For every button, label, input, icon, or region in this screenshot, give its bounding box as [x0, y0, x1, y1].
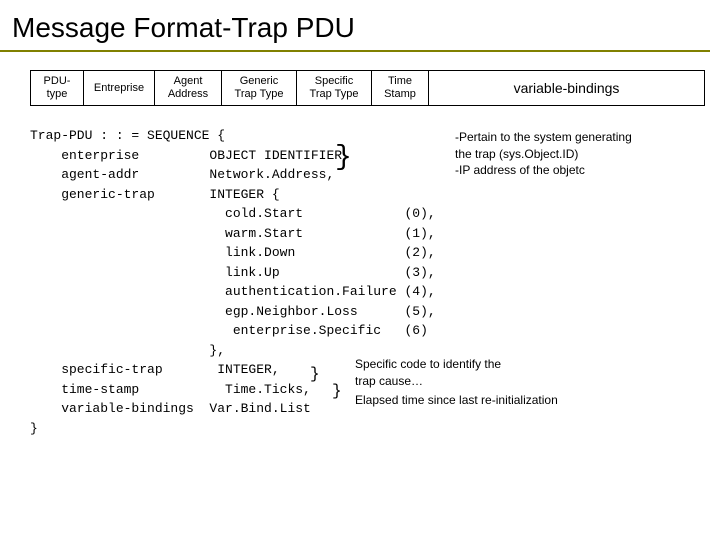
cell-text: type — [37, 88, 77, 101]
pdu-cell-time-stamp: Time Stamp — [372, 71, 429, 105]
cell-text: Trap Type — [303, 88, 365, 101]
cell-text: Stamp — [378, 88, 422, 101]
brace-icon: } — [310, 366, 320, 382]
pdu-cell-generic-trap: Generic Trap Type — [222, 71, 297, 105]
page-title: Message Format-Trap PDU — [0, 0, 710, 52]
cell-text: PDU- — [37, 75, 77, 88]
pdu-format-row: PDU- type Entreprise Agent Address Gener… — [30, 70, 705, 106]
cell-text: Time — [378, 75, 422, 88]
annotation-time-stamp: Elapsed time since last re-initializatio… — [355, 392, 558, 408]
cell-text: Generic — [228, 75, 290, 88]
annotation-specific-trap: Specific code to identify the trap cause… — [355, 356, 501, 388]
cell-text: Agent — [161, 75, 215, 88]
brace-icon: } — [335, 144, 352, 172]
pdu-cell-agent-address: Agent Address — [155, 71, 222, 105]
brace-icon: } — [332, 383, 342, 399]
cell-text: variable-bindings — [435, 80, 698, 97]
pdu-cell-enterprise: Entreprise — [84, 71, 155, 105]
cell-text: Specific — [303, 75, 365, 88]
pdu-cell-type: PDU- type — [31, 71, 84, 105]
cell-text: Trap Type — [228, 88, 290, 101]
cell-text: Address — [161, 88, 215, 101]
code-area: Trap-PDU : : = SEQUENCE { enterprise OBJ… — [30, 126, 720, 438]
pdu-cell-specific-trap: Specific Trap Type — [297, 71, 372, 105]
annotation-enterprise: -Pertain to the system generating the tr… — [455, 129, 632, 178]
cell-text: Entreprise — [90, 82, 148, 95]
pdu-cell-variable-bindings: variable-bindings — [429, 71, 704, 105]
